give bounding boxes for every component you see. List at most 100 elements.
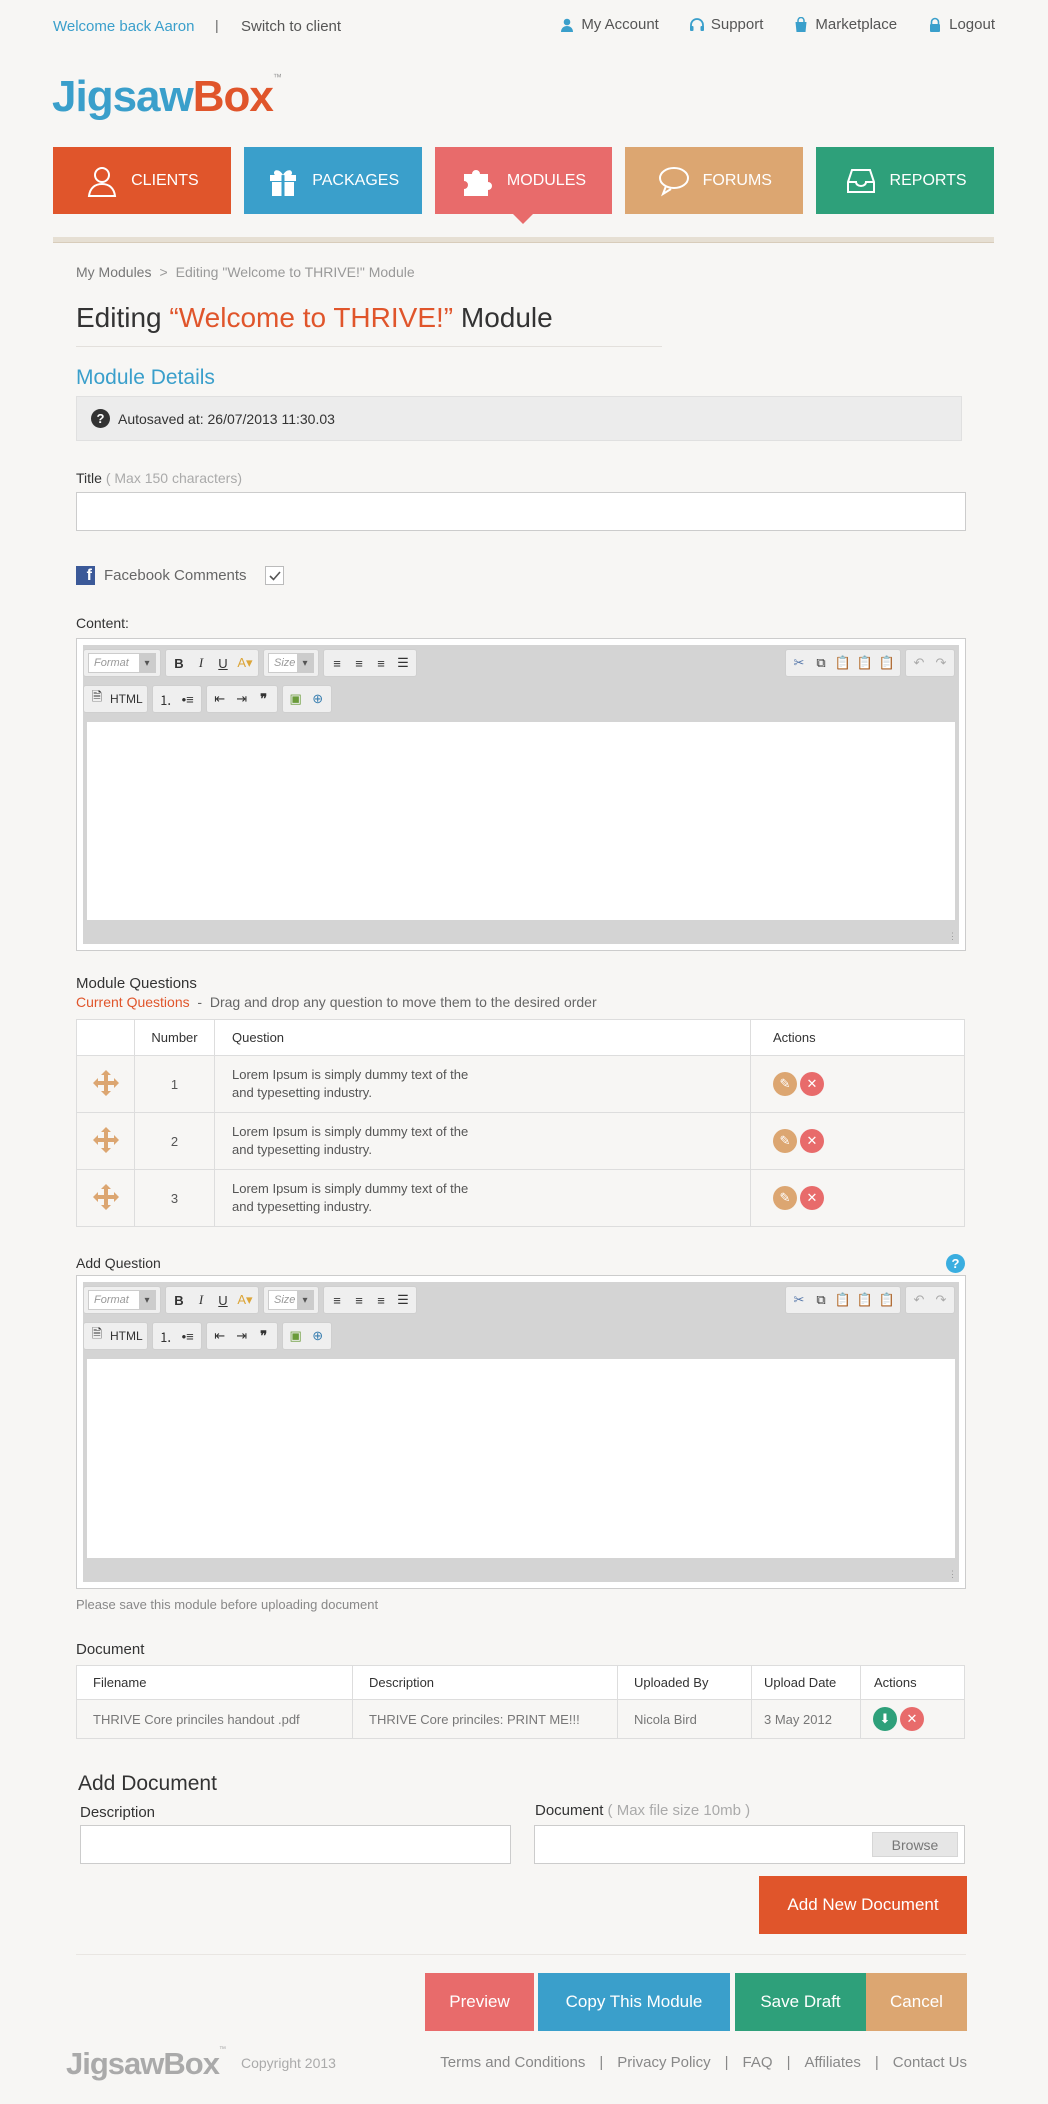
switch-client-link[interactable]: Switch to client xyxy=(241,18,341,35)
link-icon[interactable]: ⊕ xyxy=(309,690,327,708)
html-button[interactable]: HTML xyxy=(110,692,143,706)
my-account-link[interactable]: My Account xyxy=(559,16,659,33)
align-left-icon[interactable]: ≡ xyxy=(328,1291,346,1309)
font-color-icon[interactable]: A▾ xyxy=(236,1291,254,1309)
image-icon[interactable]: ▣ xyxy=(287,690,305,708)
browse-button[interactable]: Browse xyxy=(872,1832,958,1857)
paste-text-icon[interactable]: 📋 xyxy=(856,654,874,672)
underline-button[interactable]: U xyxy=(214,1291,232,1309)
font-color-icon[interactable]: A▾ xyxy=(236,654,254,672)
delete-icon[interactable]: ✕ xyxy=(800,1129,824,1153)
nav-forums[interactable]: FORUMS xyxy=(625,147,804,214)
table-row[interactable]: 2 Lorem Ipsum is simply dummy text of th… xyxy=(76,1112,965,1170)
align-center-icon[interactable]: ≡ xyxy=(350,654,368,672)
numbered-list-icon[interactable]: ⒈ xyxy=(157,690,175,708)
size-dropdown[interactable]: Size xyxy=(268,1290,314,1310)
link-icon[interactable]: ⊕ xyxy=(309,1327,327,1345)
copy-icon[interactable]: ⧉ xyxy=(812,1291,830,1309)
welcome-link[interactable]: Welcome back Aaron xyxy=(53,18,194,35)
preview-button[interactable]: Preview xyxy=(425,1973,534,2031)
format-dropdown[interactable]: Format xyxy=(88,1290,156,1310)
move-icon[interactable] xyxy=(91,1068,121,1098)
image-icon[interactable]: ▣ xyxy=(287,1327,305,1345)
bullet-list-icon[interactable]: •≡ xyxy=(179,690,197,708)
footer-contact-link[interactable]: Contact Us xyxy=(893,2054,967,2071)
cut-icon[interactable]: ✂ xyxy=(790,654,808,672)
redo-icon[interactable]: ↷ xyxy=(932,654,950,672)
paste-word-icon[interactable]: 📋 xyxy=(878,654,896,672)
help-icon[interactable]: ? xyxy=(946,1254,965,1273)
undo-icon[interactable]: ↶ xyxy=(910,654,928,672)
jigsawbox-logo[interactable]: JigsawBox™ xyxy=(52,72,282,122)
delete-icon[interactable]: ✕ xyxy=(800,1186,824,1210)
bullet-list-icon[interactable]: •≡ xyxy=(179,1327,197,1345)
numbered-list-icon[interactable]: ⒈ xyxy=(157,1327,175,1345)
size-dropdown[interactable]: Size xyxy=(268,653,314,673)
download-icon[interactable]: ⬇ xyxy=(873,1707,897,1731)
table-row[interactable]: 1 Lorem Ipsum is simply dummy text of th… xyxy=(76,1055,965,1113)
delete-icon[interactable]: ✕ xyxy=(800,1072,824,1096)
footer-faq-link[interactable]: FAQ xyxy=(743,2054,773,2071)
align-center-icon[interactable]: ≡ xyxy=(350,1291,368,1309)
col-actions: Actions xyxy=(860,1665,965,1700)
italic-button[interactable]: I xyxy=(192,654,210,672)
blockquote-icon[interactable]: ❞ xyxy=(255,690,273,708)
nav-packages[interactable]: PACKAGES xyxy=(243,147,422,214)
paste-text-icon[interactable]: 📋 xyxy=(856,1291,874,1309)
copy-module-button[interactable]: Copy This Module xyxy=(538,1973,730,2031)
redo-icon[interactable]: ↷ xyxy=(932,1291,950,1309)
document-file-input[interactable]: Browse xyxy=(534,1825,965,1864)
table-row[interactable]: THRIVE Core princiles handout .pdf THRIV… xyxy=(76,1699,965,1739)
delete-icon[interactable]: ✕ xyxy=(900,1707,924,1731)
table-row[interactable]: 3 Lorem Ipsum is simply dummy text of th… xyxy=(76,1169,965,1227)
footer-affiliates-link[interactable]: Affiliates xyxy=(804,2054,860,2071)
facebook-comments-checkbox[interactable] xyxy=(265,566,284,585)
nav-modules[interactable]: MODULES xyxy=(434,147,613,224)
paste-word-icon[interactable]: 📋 xyxy=(878,1291,896,1309)
undo-icon[interactable]: ↶ xyxy=(910,1291,928,1309)
move-icon[interactable] xyxy=(91,1125,121,1155)
cut-icon[interactable]: ✂ xyxy=(790,1291,808,1309)
resize-grip-icon[interactable]: ⋮ xyxy=(948,931,957,942)
move-icon[interactable] xyxy=(91,1182,121,1212)
align-right-icon[interactable]: ≡ xyxy=(372,1291,390,1309)
breadcrumb-my-modules[interactable]: My Modules xyxy=(76,264,151,280)
bold-button[interactable]: B xyxy=(170,1291,188,1309)
html-button[interactable]: HTML xyxy=(110,1329,143,1343)
align-justify-icon[interactable]: ☰ xyxy=(394,654,412,672)
add-new-document-button[interactable]: Add New Document xyxy=(759,1876,967,1934)
marketplace-link[interactable]: Marketplace xyxy=(793,16,897,33)
bold-button[interactable]: B xyxy=(170,654,188,672)
align-left-icon[interactable]: ≡ xyxy=(328,654,346,672)
logout-link[interactable]: Logout xyxy=(927,16,995,33)
outdent-icon[interactable]: ⇤ xyxy=(211,1327,229,1345)
italic-button[interactable]: I xyxy=(192,1291,210,1309)
footer-privacy-link[interactable]: Privacy Policy xyxy=(617,2054,710,2071)
edit-icon[interactable]: ✎ xyxy=(773,1129,797,1153)
footer-terms-link[interactable]: Terms and Conditions xyxy=(440,2054,585,2071)
indent-icon[interactable]: ⇥ xyxy=(233,1327,251,1345)
copy-icon[interactable]: ⧉ xyxy=(812,654,830,672)
align-right-icon[interactable]: ≡ xyxy=(372,654,390,672)
edit-icon[interactable]: ✎ xyxy=(773,1072,797,1096)
question-editor-area[interactable] xyxy=(87,1359,955,1558)
nav-reports[interactable]: REPORTS xyxy=(816,147,994,214)
resize-grip-icon[interactable]: ⋮ xyxy=(948,1569,957,1580)
cancel-button[interactable]: Cancel xyxy=(866,1973,967,2031)
blockquote-icon[interactable]: ❞ xyxy=(255,1327,273,1345)
underline-button[interactable]: U xyxy=(214,654,232,672)
footer-logo[interactable]: JigsawBox™ xyxy=(66,2046,226,2082)
format-dropdown[interactable]: Format xyxy=(88,653,156,673)
edit-icon[interactable]: ✎ xyxy=(773,1186,797,1210)
save-draft-button[interactable]: Save Draft xyxy=(735,1973,866,2031)
description-input[interactable] xyxy=(80,1825,511,1864)
nav-clients[interactable]: CLIENTS xyxy=(53,147,231,214)
outdent-icon[interactable]: ⇤ xyxy=(211,690,229,708)
paste-icon[interactable]: 📋 xyxy=(834,1291,852,1309)
paste-icon[interactable]: 📋 xyxy=(834,654,852,672)
title-input[interactable] xyxy=(76,492,966,531)
align-justify-icon[interactable]: ☰ xyxy=(394,1291,412,1309)
support-link[interactable]: Support xyxy=(689,16,763,33)
indent-icon[interactable]: ⇥ xyxy=(233,690,251,708)
content-editor-area[interactable] xyxy=(87,722,955,920)
